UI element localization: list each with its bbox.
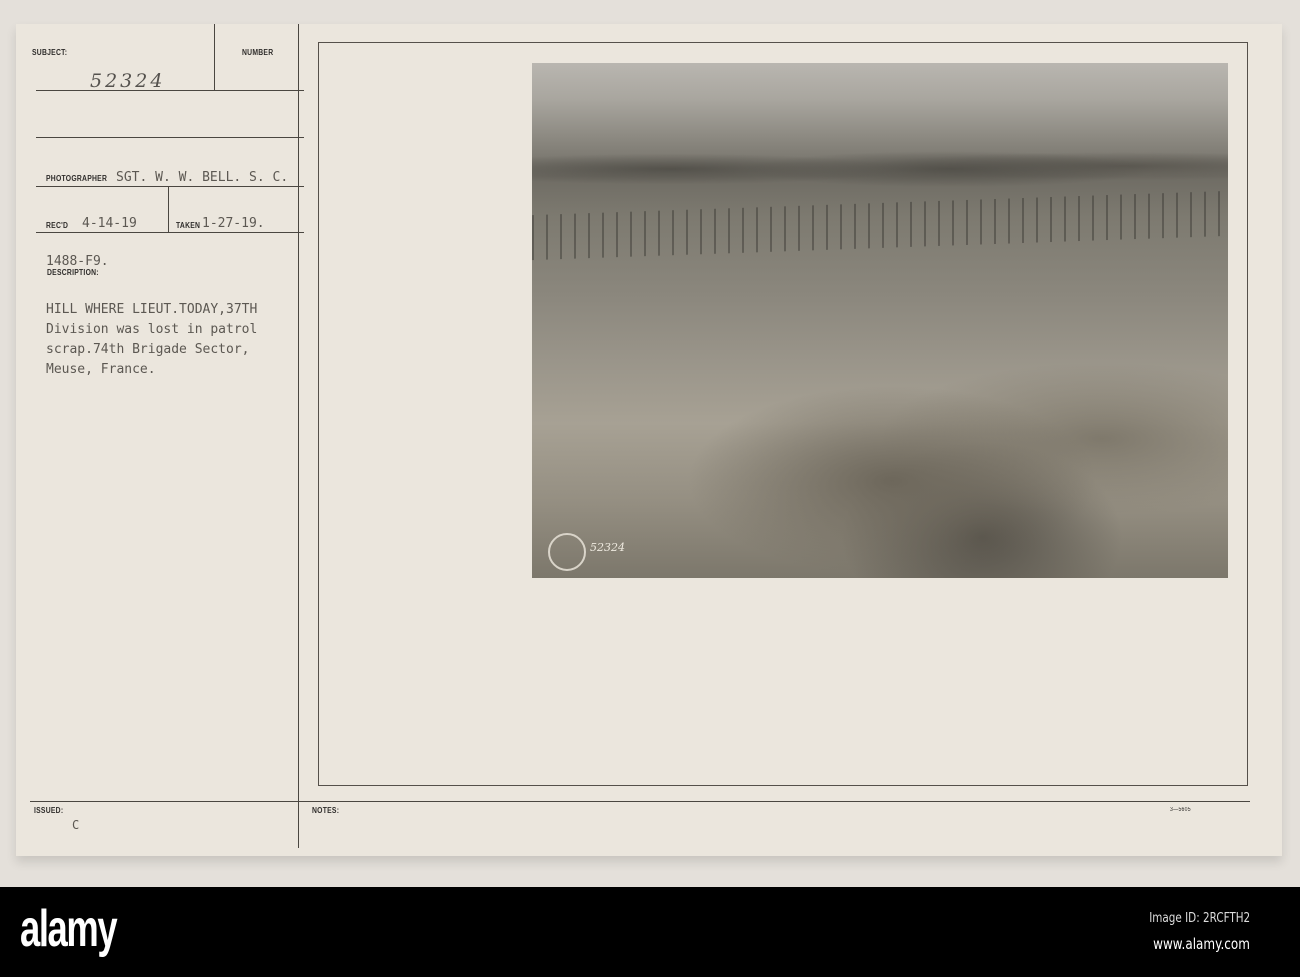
file-code: 1488-F9. [46,254,109,269]
photo-number: 52324 [590,541,625,554]
subject-label: SUBJECT: [32,48,68,57]
description-line: Meuse, France. [46,362,156,377]
alamy-logo: alamy [20,900,118,958]
divider [36,137,304,138]
issued-value: C [72,818,80,832]
taken-label: TAKEN [176,221,201,230]
divider [168,186,169,232]
subject-value: 52324 [90,70,166,92]
divider [36,186,304,187]
archive-card: SUBJECT: 52324 NUMBER PHOTOGRAPHER SGT. … [16,24,1282,856]
description-line: Division was lost in patrol [46,322,258,337]
divider [30,801,1250,802]
photographer-value: SGT. W. W. BELL. S. C. [116,170,289,185]
notes-label: NOTES: [312,806,340,815]
description-label: DESCRIPTION: [47,268,99,277]
watermark-footer: alamy Image ID: 2RCFTH2 www.alamy.com [0,887,1300,977]
battlefield-photograph: 52324 [532,63,1228,578]
description-line: HILL WHERE LIEUT.TODAY,37TH [46,302,258,317]
photographer-label: PHOTOGRAPHER [46,174,108,183]
divider [36,90,304,91]
website-link: www.alamy.com [1153,935,1250,953]
image-id: Image ID: 2RCFTH2 [1149,911,1250,926]
divider [36,232,304,233]
number-label: NUMBER [242,48,274,57]
issued-label: ISSUED: [34,806,64,815]
recd-label: REC'D [46,221,69,230]
barbed-wire-fence [532,190,1228,261]
description-line: scrap.74th Brigade Sector, [46,342,250,357]
divider [214,24,215,90]
column-divider [298,24,299,848]
signal-corps-stamp-icon [548,533,586,571]
trench [652,313,1228,578]
taken-value: 1-27-19. [202,216,265,231]
tree-line [532,133,1228,193]
form-number: 3—5605 [1170,807,1191,813]
recd-value: 4-14-19 [82,216,137,231]
